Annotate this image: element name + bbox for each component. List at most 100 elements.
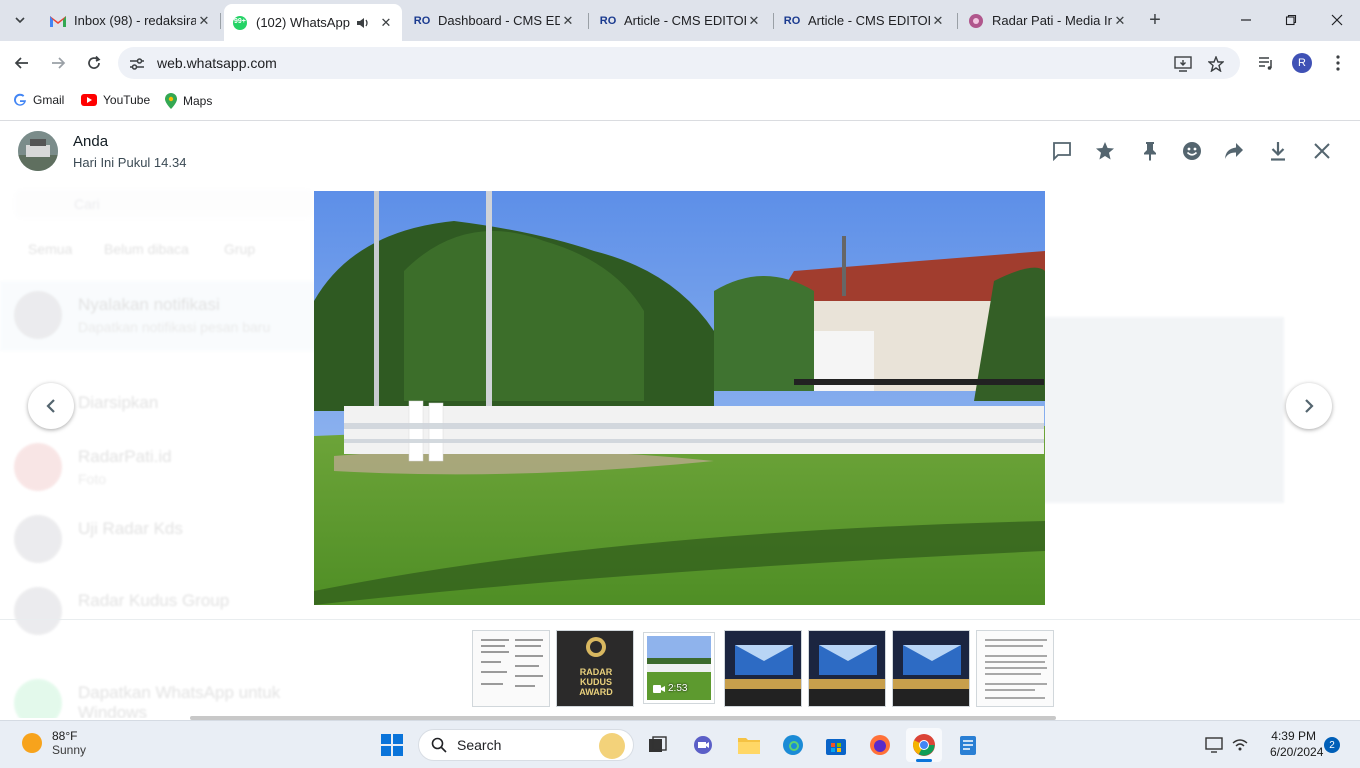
bookmark-label: Gmail <box>33 93 65 107</box>
tab-title: Article - CMS EDITOR <box>624 13 746 28</box>
browser-toolbar: web.whatsapp.com R <box>0 41 1360 85</box>
cms-icon: RO <box>413 14 431 27</box>
next-media-button[interactable] <box>1286 383 1332 429</box>
taskbar-search[interactable]: Search <box>418 729 634 761</box>
star-button[interactable] <box>1093 139 1117 163</box>
list-item: Uji Radar Kds <box>0 505 340 575</box>
previous-media-button[interactable] <box>28 383 74 429</box>
media-thumbnail[interactable] <box>892 630 970 707</box>
start-button[interactable] <box>374 728 410 762</box>
media-thumbnail[interactable]: RADAR KUDUS AWARD <box>556 630 634 707</box>
tab-whatsapp[interactable]: 99+ (102) WhatsApp ✕ <box>224 4 402 41</box>
windows-logo-icon <box>381 734 403 756</box>
new-tab-button[interactable]: + <box>1143 8 1167 32</box>
bookmark-maps[interactable]: Maps <box>165 93 212 109</box>
close-tab-icon[interactable]: ✕ <box>930 13 946 29</box>
youtube-icon <box>81 94 97 106</box>
pin-button[interactable] <box>1138 139 1162 163</box>
tab-title: (102) WhatsApp <box>256 15 350 30</box>
notification-badge[interactable]: 2 <box>1324 737 1340 753</box>
close-window-button[interactable] <box>1327 10 1347 30</box>
media-thumbnail[interactable] <box>724 630 802 707</box>
bookmark-gmail[interactable]: Gmail <box>13 93 64 107</box>
bookmark-youtube[interactable]: YouTube <box>81 93 150 107</box>
folder-icon <box>738 738 760 754</box>
tab-search-button[interactable] <box>8 8 32 32</box>
close-tab-icon[interactable]: ✕ <box>746 13 762 29</box>
taskbar-store[interactable] <box>818 728 854 762</box>
media-viewer-header: Anda Hari Ini Pukul 14.34 <box>0 121 1360 183</box>
menu-button[interactable] <box>1325 50 1351 76</box>
cms-icon: RO <box>783 14 801 27</box>
taskbar-firefox[interactable] <box>862 728 898 762</box>
task-view-button[interactable] <box>640 728 676 762</box>
arrow-right-icon <box>52 57 66 69</box>
tray-network-sound[interactable] <box>1222 728 1258 762</box>
search-highlight-icon <box>599 733 625 759</box>
forward-button[interactable] <box>45 50 71 76</box>
tab-article-cms-2[interactable]: RO Article - CMS EDITOR ✕ <box>776 6 954 35</box>
close-tab-icon[interactable]: ✕ <box>196 13 212 29</box>
download-button[interactable] <box>1266 139 1290 163</box>
url-text: web.whatsapp.com <box>157 55 277 71</box>
tab-title: Dashboard - CMS ED <box>438 13 560 28</box>
maps-pin-icon <box>165 93 177 109</box>
restore-button[interactable] <box>1281 10 1301 30</box>
radar-icon <box>968 13 984 29</box>
taskbar-edge[interactable] <box>775 728 811 762</box>
go-to-message-button[interactable] <box>1050 139 1074 163</box>
video-duration-badge: 2:53 <box>653 683 687 694</box>
weather-widget[interactable]: 88°F Sunny <box>22 729 86 757</box>
search-icon <box>431 737 447 753</box>
media-thumbnail-selected[interactable]: 2:53 <box>644 633 714 703</box>
filter-chip: Belum dibaca <box>104 241 189 257</box>
taskbar-file-explorer[interactable] <box>731 728 767 762</box>
close-tab-icon[interactable]: ✕ <box>1112 13 1128 29</box>
close-tab-icon[interactable]: ✕ <box>560 13 576 29</box>
close-viewer-button[interactable] <box>1310 139 1334 163</box>
video-camera-icon <box>653 684 665 693</box>
speaker-icon[interactable] <box>356 17 370 29</box>
close-icon <box>1331 14 1343 26</box>
taskbar-chrome[interactable] <box>906 728 942 762</box>
media-thumbnail-strip: RADAR KUDUS AWARD 2:53 <box>0 619 1360 718</box>
reload-icon <box>88 55 101 69</box>
minimize-button[interactable] <box>1236 10 1256 30</box>
tab-radar-pati[interactable]: Radar Pati - Media In ✕ <box>960 6 1136 35</box>
close-tab-icon[interactable]: ✕ <box>378 15 394 31</box>
cms-icon: RO <box>599 14 617 27</box>
media-control-button[interactable] <box>1253 50 1279 76</box>
emoji-icon <box>1183 142 1201 160</box>
sender-name: Anda <box>73 133 109 150</box>
address-bar[interactable]: web.whatsapp.com <box>118 47 1240 79</box>
media-thumbnail[interactable] <box>472 630 550 707</box>
site-settings-icon[interactable] <box>128 55 146 73</box>
chevron-left-icon <box>46 399 55 413</box>
react-button[interactable] <box>1180 139 1204 163</box>
tab-gmail[interactable]: Inbox (98) - redaksira ✕ <box>42 6 220 35</box>
taskbar-meet[interactable] <box>686 728 722 762</box>
device-icon <box>1205 737 1223 753</box>
media-thumbnail[interactable] <box>976 630 1054 707</box>
reload-button[interactable] <box>81 50 107 76</box>
taskbar-notepad[interactable] <box>950 728 986 762</box>
edge-icon <box>783 735 803 755</box>
forward-button[interactable] <box>1222 139 1246 163</box>
system-clock[interactable]: 4:39 PM 6/20/2024 <box>1270 729 1324 759</box>
avatar[interactable] <box>18 131 58 171</box>
bookmark-star-icon[interactable] <box>1207 55 1225 73</box>
tab-article-cms-1[interactable]: RO Article - CMS EDITOR ✕ <box>592 6 770 35</box>
arrow-left-icon <box>14 57 28 69</box>
media-image <box>314 191 1045 605</box>
install-app-icon[interactable] <box>1174 55 1192 73</box>
back-button[interactable] <box>9 50 35 76</box>
filter-chip: Semua <box>28 241 73 257</box>
media-thumbnail[interactable] <box>808 630 886 707</box>
minimize-icon <box>1241 19 1251 21</box>
clock-date: 6/20/2024 <box>1270 745 1324 759</box>
profile-button[interactable]: R <box>1289 50 1315 76</box>
weather-desc: Sunny <box>52 743 87 757</box>
tab-dashboard-cms[interactable]: RO Dashboard - CMS ED ✕ <box>406 6 584 35</box>
google-icon <box>13 93 27 107</box>
firefox-icon <box>870 735 890 755</box>
